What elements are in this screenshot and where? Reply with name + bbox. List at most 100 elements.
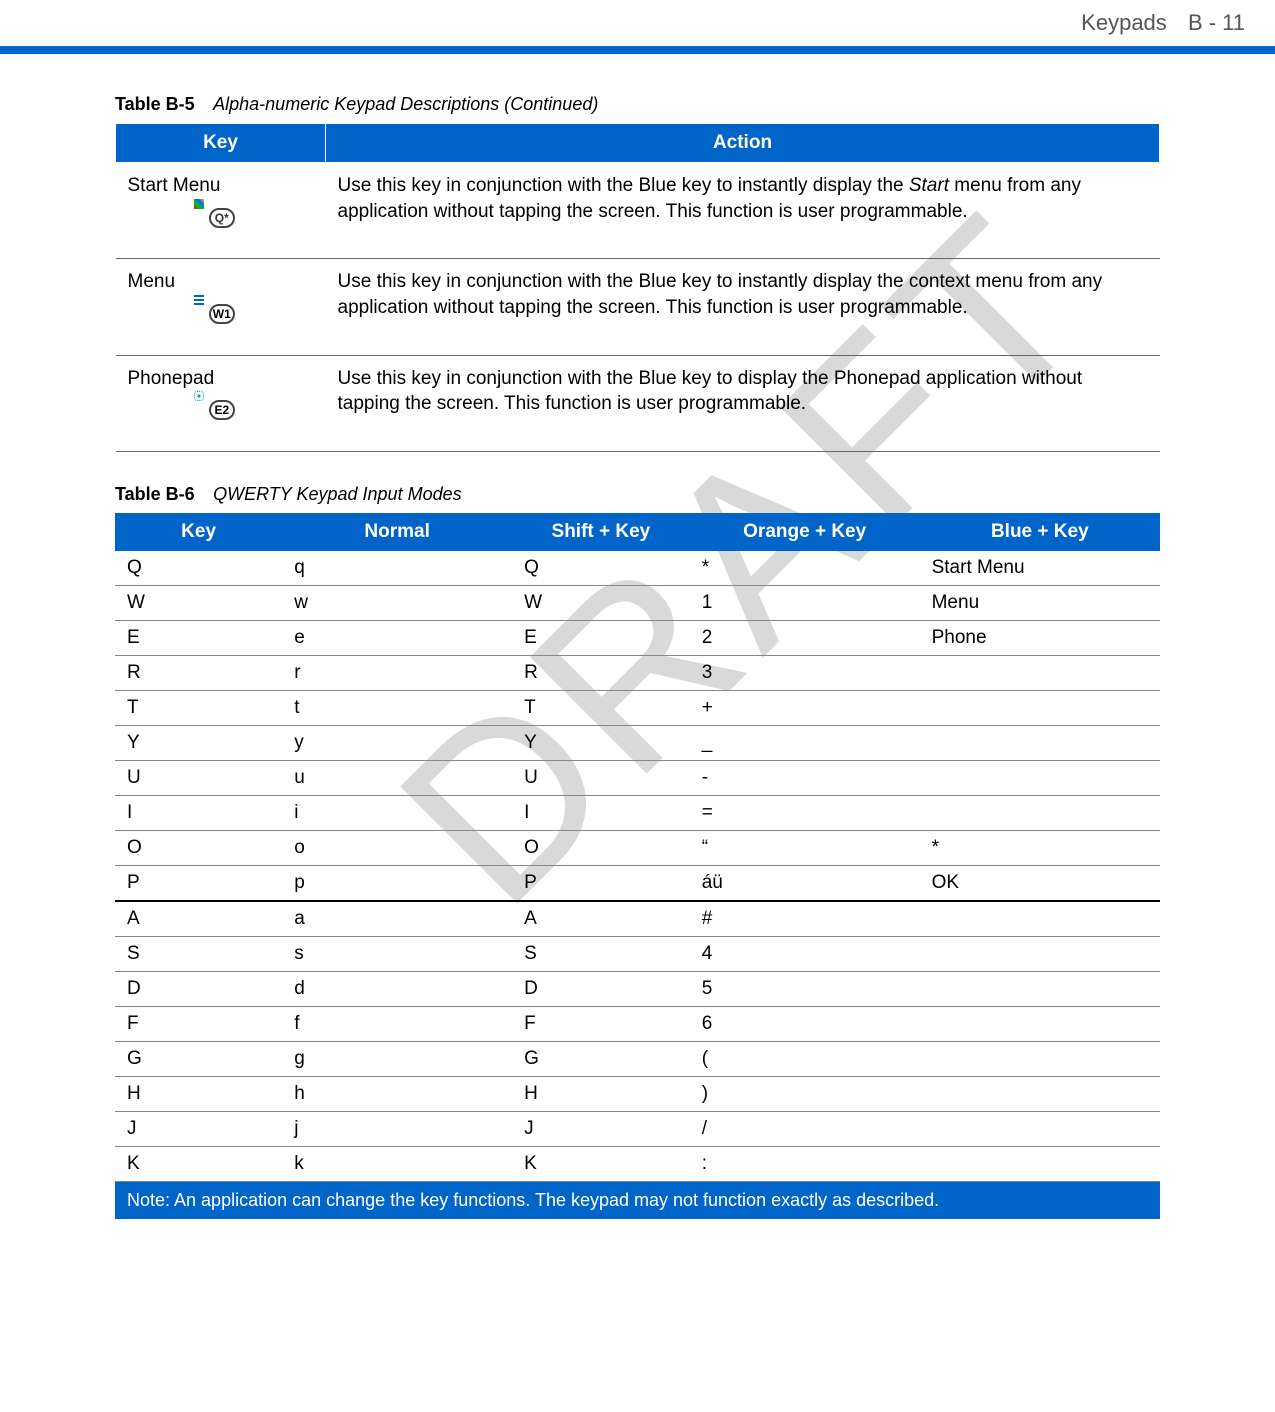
cell: D <box>512 971 690 1006</box>
cell: W <box>115 585 282 620</box>
cell: U <box>512 760 690 795</box>
cell: 4 <box>690 936 920 971</box>
cell: H <box>512 1076 690 1111</box>
table-row: Phonepad E2 Use this key in conjunction … <box>116 355 1160 451</box>
cell: W <box>512 585 690 620</box>
table6-header-shift: Shift + Key <box>512 513 690 551</box>
table5: Key Action Start Menu Q* Use this key in… <box>115 123 1160 452</box>
cell: G <box>512 1041 690 1076</box>
table-row: JjJ/ <box>115 1111 1160 1146</box>
cell: 3 <box>690 655 920 690</box>
key-name: Start Menu <box>128 175 221 196</box>
cell <box>920 725 1160 760</box>
cell: i <box>282 795 512 830</box>
table6-caption-title: QWERTY Keypad Input Modes <box>213 484 461 504</box>
cell: - <box>690 760 920 795</box>
table6: Key Normal Shift + Key Orange + Key Blue… <box>115 513 1160 1219</box>
cell <box>920 936 1160 971</box>
cell: j <box>282 1111 512 1146</box>
cell: d <box>282 971 512 1006</box>
cell: o <box>282 830 512 865</box>
cell: P <box>512 865 690 901</box>
cell: E <box>115 620 282 655</box>
cell <box>920 1076 1160 1111</box>
cell: 1 <box>690 585 920 620</box>
key-name: Phonepad <box>128 368 215 389</box>
table6-header-normal: Normal <box>282 513 512 551</box>
cell: D <box>115 971 282 1006</box>
page-header: Keypads B - 11 <box>0 0 1275 46</box>
cell: S <box>115 936 282 971</box>
table-row: YyY_ <box>115 725 1160 760</box>
cell: * <box>690 551 920 586</box>
table6-caption-bold: Table B-6 <box>115 484 195 504</box>
table-row: Start Menu Q* Use this key in conjunctio… <box>116 163 1160 259</box>
table6-note-row: Note: An application can change the key … <box>115 1181 1160 1219</box>
table-row: IiI= <box>115 795 1160 830</box>
table6-header-orange: Orange + Key <box>690 513 920 551</box>
cell <box>920 1111 1160 1146</box>
table-row: QqQ*Start Menu <box>115 551 1160 586</box>
menu-icon <box>194 295 204 305</box>
table-row: PpPáüOK <box>115 865 1160 901</box>
table-row: KkK: <box>115 1146 1160 1181</box>
cell: E <box>512 620 690 655</box>
table5-header-row: Key Action <box>116 124 1160 163</box>
cell: w <box>282 585 512 620</box>
cell <box>920 655 1160 690</box>
table-row: SsS4 <box>115 936 1160 971</box>
cell: 5 <box>690 971 920 1006</box>
table-row: FfF6 <box>115 1006 1160 1041</box>
table-row: UuU- <box>115 760 1160 795</box>
cell: “ <box>690 830 920 865</box>
keycap-w-icon: W1 <box>209 304 235 324</box>
cell: H <box>115 1076 282 1111</box>
action-text-pre: Use this key in conjunction with the Blu… <box>338 175 909 196</box>
table-row: GgG( <box>115 1041 1160 1076</box>
cell: I <box>115 795 282 830</box>
cell: Phone <box>920 620 1160 655</box>
cell: T <box>115 690 282 725</box>
cell: y <box>282 725 512 760</box>
table-row: EeE2Phone <box>115 620 1160 655</box>
keycap-icon: W1 <box>198 301 314 327</box>
page-content: Table B-5 Alpha-numeric Keypad Descripti… <box>0 54 1275 1239</box>
action-cell: Use this key in conjunction with the Blu… <box>326 355 1160 451</box>
table-row: AaA# <box>115 901 1160 937</box>
table6-caption: Table B-6 QWERTY Keypad Input Modes <box>115 484 1160 505</box>
cell: A <box>512 901 690 937</box>
cell: U <box>115 760 282 795</box>
action-cell: Use this key in conjunction with the Blu… <box>326 259 1160 355</box>
header-blue-bar <box>0 46 1275 54</box>
cell: h <box>282 1076 512 1111</box>
cell <box>920 1146 1160 1181</box>
cell: u <box>282 760 512 795</box>
cell: O <box>512 830 690 865</box>
cell: O <box>115 830 282 865</box>
cell: / <box>690 1111 920 1146</box>
cell: OK <box>920 865 1160 901</box>
cell: Y <box>115 725 282 760</box>
header-page <box>1171 10 1183 41</box>
cell: g <box>282 1041 512 1076</box>
cell: F <box>512 1006 690 1041</box>
cell: R <box>115 655 282 690</box>
cell: q <box>282 551 512 586</box>
cell: P <box>115 865 282 901</box>
cell: J <box>115 1111 282 1146</box>
cell <box>920 1006 1160 1041</box>
key-name: Menu <box>128 271 176 292</box>
keycap-icon: Q* <box>198 205 314 231</box>
cell: S <box>512 936 690 971</box>
phone-icon <box>194 391 204 401</box>
cell <box>920 901 1160 937</box>
table6-header-key: Key <box>115 513 282 551</box>
table5-caption-bold: Table B-5 <box>115 94 195 114</box>
cell <box>920 795 1160 830</box>
cell: p <box>282 865 512 901</box>
cell: : <box>690 1146 920 1181</box>
cell: r <box>282 655 512 690</box>
cell: I <box>512 795 690 830</box>
keycap-icon: E2 <box>198 397 314 423</box>
cell <box>920 1041 1160 1076</box>
